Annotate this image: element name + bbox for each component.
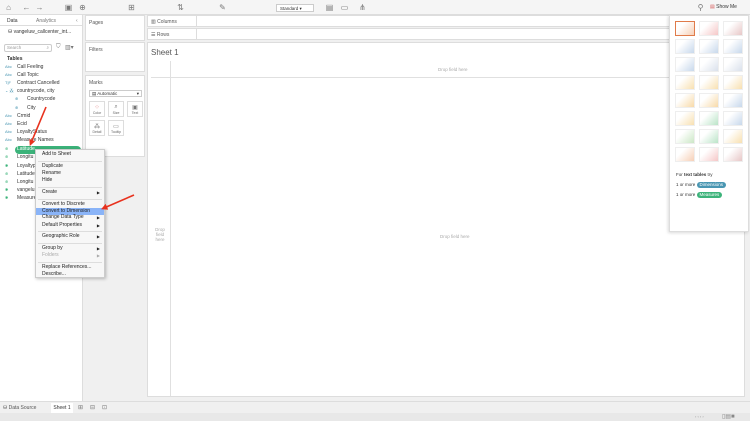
field-item[interactable]: ⊕ Latitude <box>5 145 35 153</box>
new-worksheet-icon[interactable]: ⊞ <box>78 404 83 411</box>
sheet-tabs-bar: ⛁ Data Source Sheet 1 ⊞ ⊟ ⊡ <box>0 401 750 413</box>
new-dashboard-icon[interactable]: ⊟ <box>90 404 95 411</box>
data-source-tab[interactable]: ⛁ Data Source <box>3 405 36 411</box>
arrow-to-field <box>29 106 47 146</box>
sheet-tab[interactable]: Sheet 1 <box>51 403 73 413</box>
new-story-icon[interactable]: ⊡ <box>102 404 107 411</box>
sheet-nav-icons[interactable]: ‹ ‹ › › <box>695 414 704 419</box>
annotation-arrows <box>29 106 135 210</box>
globe-icon: ⊕ <box>5 146 9 151</box>
arrow-to-menu-item <box>101 194 135 210</box>
status-bar: ‹ ‹ › › ▯▤■ <box>0 413 750 421</box>
view-mode-icons[interactable]: ▯▤■ <box>722 413 735 420</box>
